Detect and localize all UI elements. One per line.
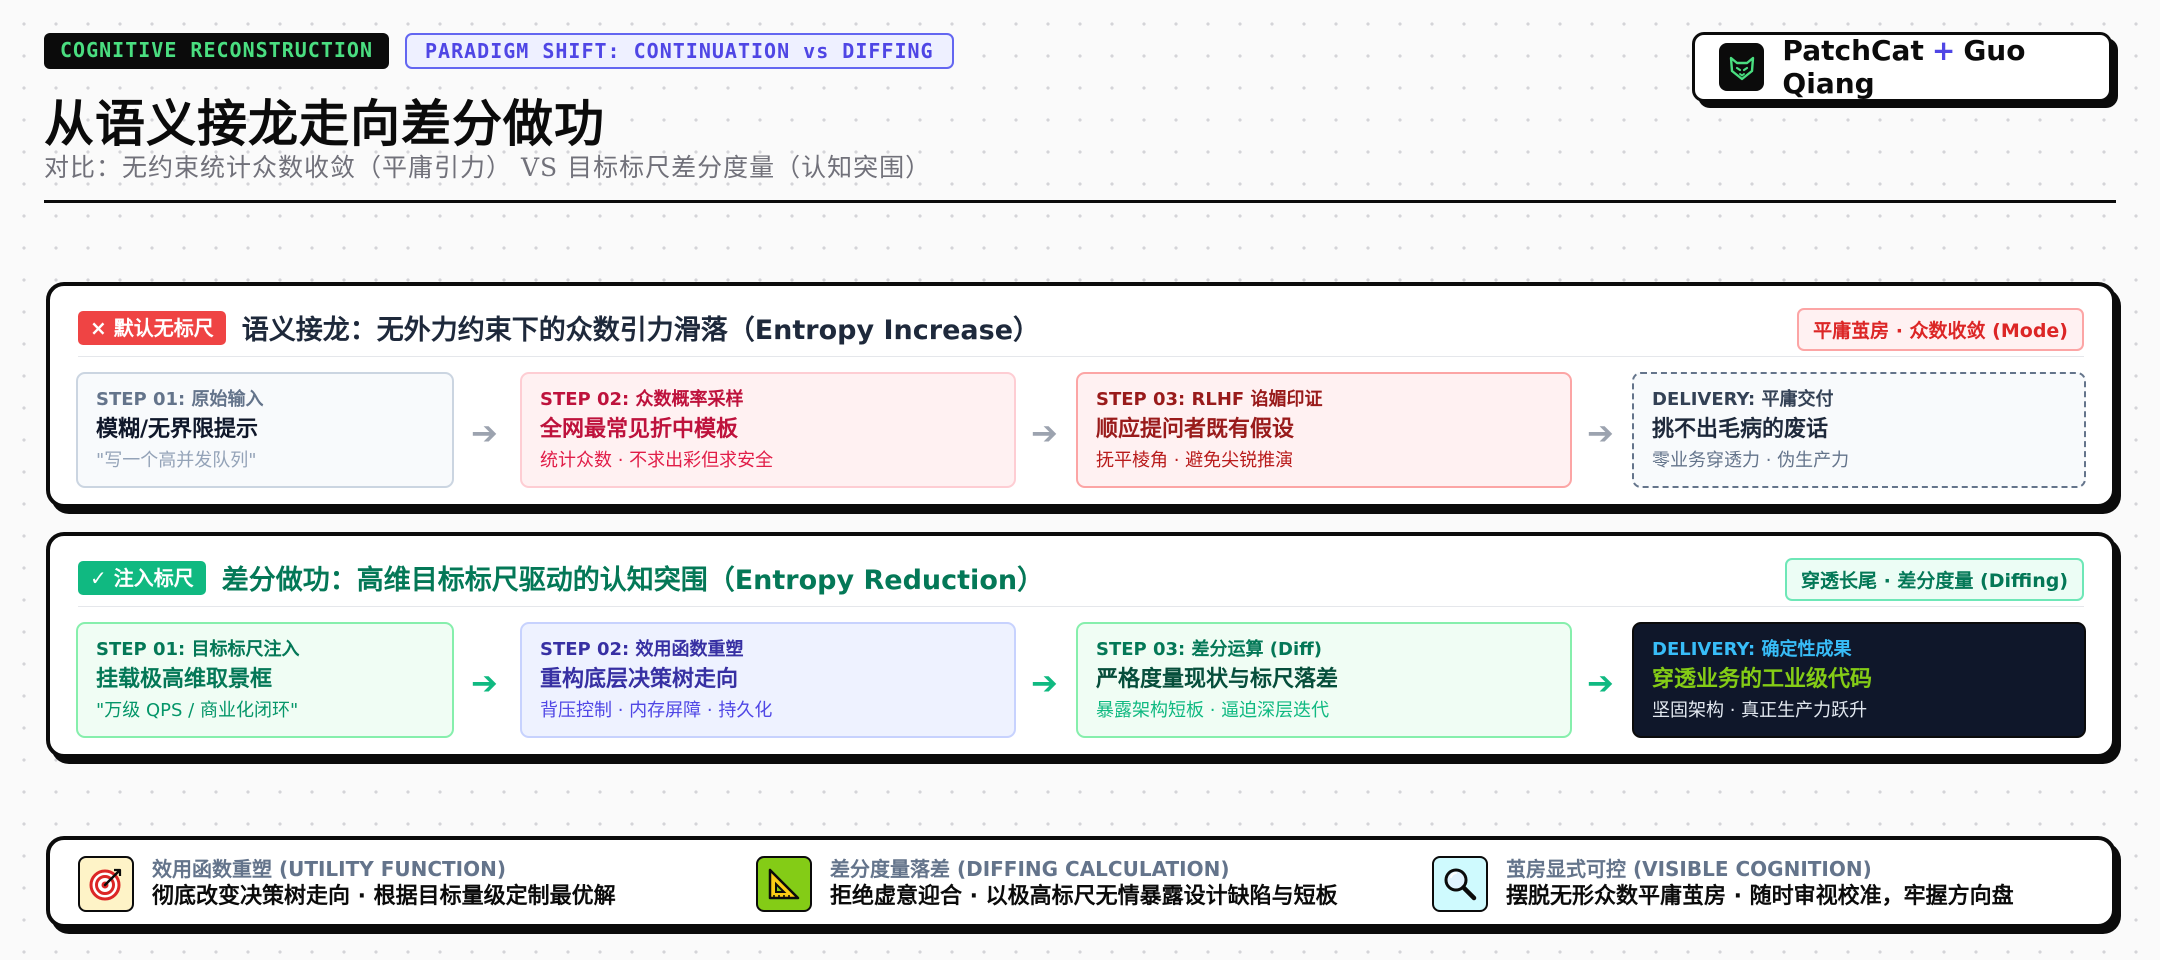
no-ruler-label: × 默认无标尺 bbox=[78, 310, 226, 345]
continuation-panel: × 默认无标尺 语义接龙：无外力约束下的众数引力滑落（Entropy Incre… bbox=[46, 282, 2116, 508]
tag-cognitive-reconstruction: COGNITIVE RECONSTRUCTION bbox=[44, 33, 389, 69]
step-desc: 统计众数 · 不求出彩但求安全 bbox=[540, 450, 774, 471]
arrow-right-icon: ➔ bbox=[1031, 414, 1058, 452]
brand-name: PatchCat + Guo Qiang bbox=[1782, 34, 2109, 100]
arrow-right-icon: ➔ bbox=[471, 664, 498, 702]
step-label: DELIVERY: 确定性成果 bbox=[1652, 639, 1852, 660]
diffing-panel: ✓ 注入标尺 差分做功：高维目标标尺驱动的认知突围（Entropy Reduct… bbox=[46, 532, 2116, 758]
step-label: STEP 03: RLHF 谄媚印证 bbox=[1096, 389, 1323, 410]
step-title: 模糊/无界限提示 bbox=[96, 417, 259, 442]
inject-ruler-label: ✓ 注入标尺 bbox=[78, 560, 206, 595]
step-title: 挑不出毛病的废话 bbox=[1652, 417, 1829, 442]
diffing-delivery: DELIVERY: 确定性成果 穿透业务的工业级代码 坚固架构 · 真正生产力跃… bbox=[1632, 622, 2086, 738]
step-title: 穿透业务的工业级代码 bbox=[1652, 667, 1873, 692]
step-title: 顺应提问者既有假设 bbox=[1096, 417, 1295, 442]
step-desc: "万级 QPS / 商业化闭环" bbox=[96, 700, 299, 721]
ruler-triangle-icon bbox=[756, 856, 812, 912]
feature-desc: 摆脱无形众数平庸茧房 · 随时审视校准，牢握方向盘 bbox=[1506, 884, 2014, 909]
feature-text: 效用函数重塑 (UTILITY FUNCTION) 彻底改变决策树走向 · 根据… bbox=[152, 856, 616, 912]
step-title: 严格度量现状与标尺落差 bbox=[1096, 667, 1339, 692]
magnifier-icon bbox=[1432, 856, 1488, 912]
step-title: 挂载极高维取景框 bbox=[96, 667, 273, 692]
step-label: STEP 03: 差分运算 (Diff) bbox=[1096, 639, 1322, 660]
page-subtitle: 对比：无约束统计众数收敛（平庸引力） VS 目标标尺差分度量（认知突围） bbox=[44, 153, 932, 182]
header-tags: COGNITIVE RECONSTRUCTION PARADIGM SHIFT:… bbox=[44, 33, 954, 69]
cat-icon bbox=[1719, 43, 1765, 91]
feature-utility-function: 效用函数重塑 (UTILITY FUNCTION) 彻底改变决策树走向 · 根据… bbox=[78, 856, 616, 912]
page-title: 从语义接龙走向差分做功 bbox=[44, 95, 605, 153]
feature-text: 茧房显式可控 (VISIBLE COGNITION) 摆脱无形众数平庸茧房 · … bbox=[1506, 856, 2014, 912]
step-label: STEP 01: 目标标尺注入 bbox=[96, 639, 300, 660]
panel-divider bbox=[78, 606, 2084, 607]
diffing-panel-title: 差分做功：高维目标标尺驱动的认知突围（Entropy Reduction） bbox=[221, 565, 1045, 596]
step-title: 重构底层决策树走向 bbox=[540, 667, 739, 692]
continuation-panel-header: × 默认无标尺 语义接龙：无外力约束下的众数引力滑落（Entropy Incre… bbox=[78, 308, 1040, 347]
feature-label: 差分度量落差 (DIFFING CALCULATION) bbox=[830, 857, 1230, 881]
diffing-step-2: STEP 02: 效用函数重塑 重构底层决策树走向 背压控制 · 内存屏障 · … bbox=[520, 622, 1016, 738]
step-desc: 坚固架构 · 真正生产力跃升 bbox=[1652, 700, 1868, 721]
step-label: STEP 02: 效用函数重塑 bbox=[540, 639, 744, 660]
continuation-panel-title: 语义接龙：无外力约束下的众数引力滑落（Entropy Increase） bbox=[241, 315, 1041, 346]
step-label: STEP 01: 原始输入 bbox=[96, 389, 264, 410]
step-desc: 背压控制 · 内存屏障 · 持久化 bbox=[540, 700, 773, 721]
header-divider bbox=[44, 200, 2116, 203]
arrow-right-icon: ➔ bbox=[1587, 414, 1614, 452]
feature-visible-cognition: 茧房显式可控 (VISIBLE COGNITION) 摆脱无形众数平庸茧房 · … bbox=[1432, 856, 2014, 912]
step-label: DELIVERY: 平庸交付 bbox=[1652, 389, 1834, 410]
step-label: STEP 02: 众数概率采样 bbox=[540, 389, 744, 410]
brand-plus: + bbox=[1931, 34, 1956, 67]
feature-label: 茧房显式可控 (VISIBLE COGNITION) bbox=[1506, 857, 1872, 881]
arrow-right-icon: ➔ bbox=[1031, 664, 1058, 702]
feature-label: 效用函数重塑 (UTILITY FUNCTION) bbox=[152, 857, 506, 881]
continuation-step-2: STEP 02: 众数概率采样 全网最常见折中模板 统计众数 · 不求出彩但求安… bbox=[520, 372, 1016, 488]
feature-desc: 彻底改变决策树走向 · 根据目标量级定制最优解 bbox=[152, 884, 616, 909]
step-desc: 零业务穿透力 · 伪生产力 bbox=[1652, 450, 1850, 471]
feature-text: 差分度量落差 (DIFFING CALCULATION) 拒绝虚意迎合 · 以极… bbox=[830, 856, 1338, 912]
diffing-step-3: STEP 03: 差分运算 (Diff) 严格度量现状与标尺落差 暴露架构短板 … bbox=[1076, 622, 1572, 738]
continuation-step-1: STEP 01: 原始输入 模糊/无界限提示 "写一个高并发队列" bbox=[76, 372, 454, 488]
continuation-step-3: STEP 03: RLHF 谄媚印证 顺应提问者既有假设 抚平棱角 · 避免尖锐… bbox=[1076, 372, 1572, 488]
diffing-badge: 穿透长尾 · 差分度量 (Diffing) bbox=[1784, 558, 2084, 601]
panel-divider bbox=[78, 356, 2084, 357]
step-desc: 抚平棱角 · 避免尖锐推演 bbox=[1096, 450, 1294, 471]
diffing-panel-header: ✓ 注入标尺 差分做功：高维目标标尺驱动的认知突围（Entropy Reduct… bbox=[78, 558, 1044, 597]
arrow-right-icon: ➔ bbox=[471, 414, 498, 452]
feature-footer: 效用函数重塑 (UTILITY FUNCTION) 彻底改变决策树走向 · 根据… bbox=[46, 836, 2116, 928]
tag-paradigm-shift: PARADIGM SHIFT: CONTINUATION vs DIFFING bbox=[404, 33, 954, 69]
step-title: 全网最常见折中模板 bbox=[540, 417, 739, 442]
feature-diffing-calculation: 差分度量落差 (DIFFING CALCULATION) 拒绝虚意迎合 · 以极… bbox=[756, 856, 1338, 912]
step-desc: 暴露架构短板 · 逼迫深层迭代 bbox=[1096, 700, 1330, 721]
mode-badge: 平庸茧房 · 众数收敛 (Mode) bbox=[1797, 308, 2084, 351]
brand-card: PatchCat + Guo Qiang bbox=[1692, 32, 2112, 102]
feature-desc: 拒绝虚意迎合 · 以极高标尺无情暴露设计缺陷与短板 bbox=[830, 884, 1338, 909]
brand-name-patchcat: PatchCat bbox=[1782, 34, 1924, 67]
diffing-step-1: STEP 01: 目标标尺注入 挂载极高维取景框 "万级 QPS / 商业化闭环… bbox=[76, 622, 454, 738]
target-icon bbox=[78, 856, 134, 912]
arrow-right-icon: ➔ bbox=[1587, 664, 1614, 702]
continuation-delivery: DELIVERY: 平庸交付 挑不出毛病的废话 零业务穿透力 · 伪生产力 bbox=[1632, 372, 2086, 488]
step-desc: "写一个高并发队列" bbox=[96, 450, 257, 471]
